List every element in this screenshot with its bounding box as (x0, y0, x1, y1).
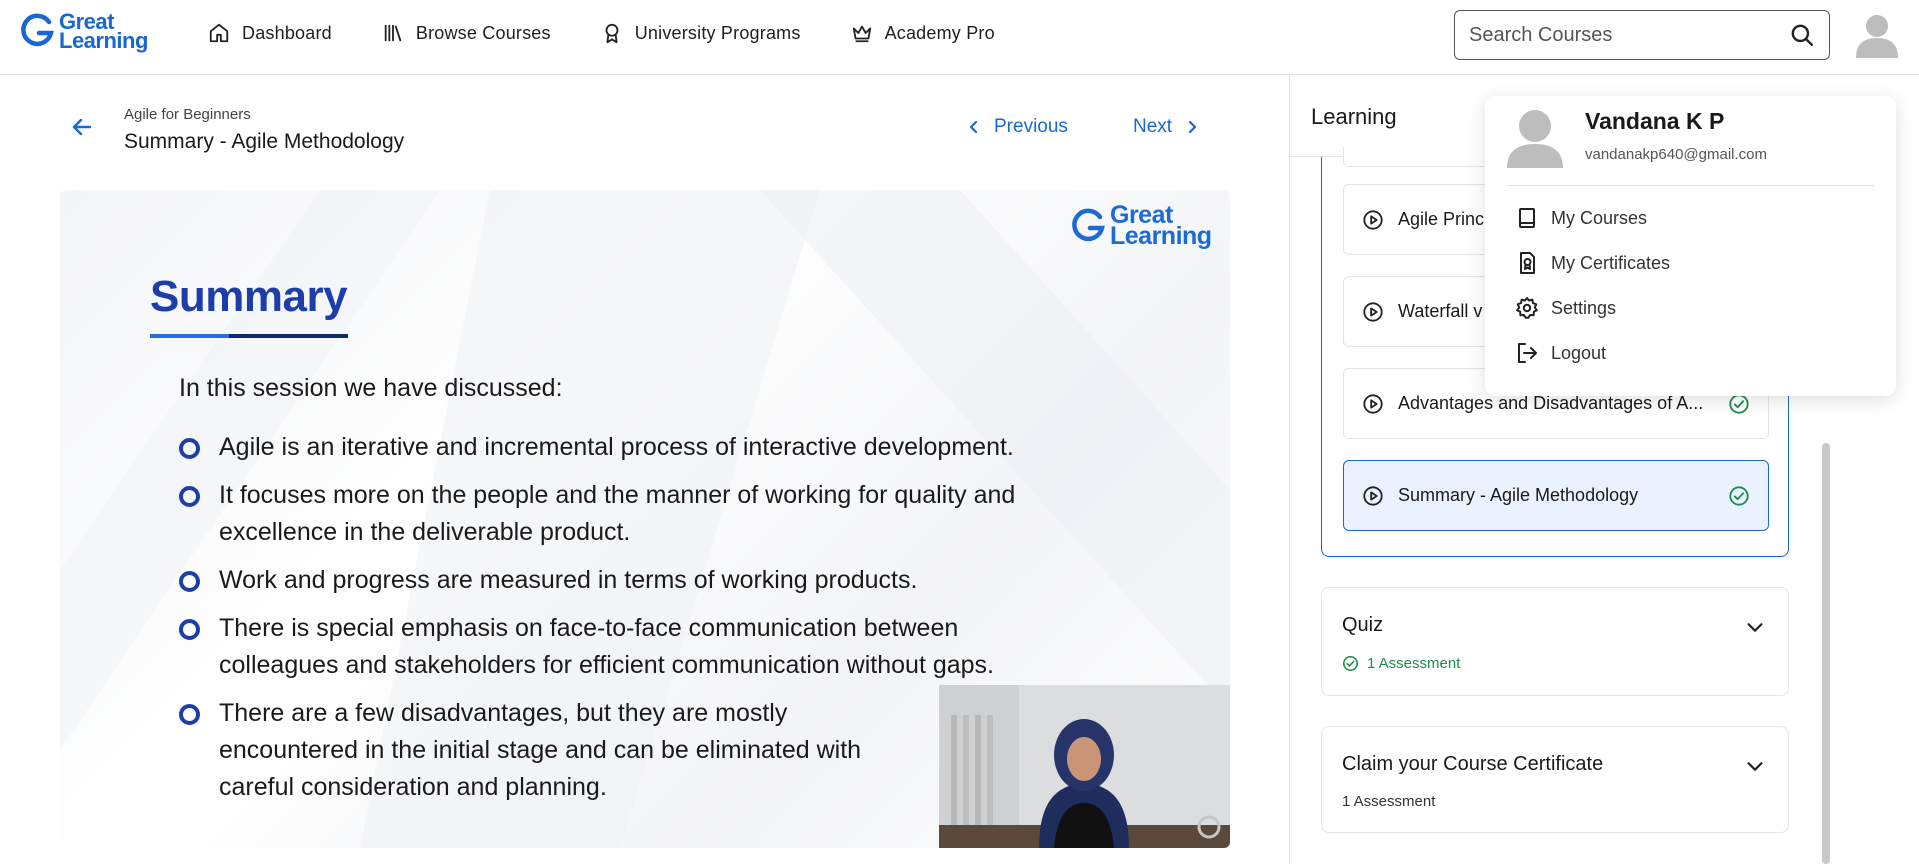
bullet-ring-icon (179, 438, 200, 459)
sidebar-scrollbar[interactable] (1822, 443, 1830, 864)
play-circle-icon (1363, 301, 1383, 322)
slide-bullet: It focuses more on the people and the ma… (179, 477, 1079, 551)
menu-item-label: Settings (1551, 297, 1617, 318)
profile-email: vandanakp640@gmail.com (1585, 146, 1767, 163)
lesson-label: Summary - Agile Methodology (1398, 485, 1639, 505)
nav-dashboard[interactable]: Dashboard (208, 22, 332, 44)
nav-university-programs[interactable]: University Programs (601, 22, 801, 44)
nav-browse-courses[interactable]: Browse Courses (382, 22, 551, 44)
play-circle-icon (1363, 393, 1383, 414)
logout-icon (1518, 343, 1537, 363)
section-subtitle-text: 1 Assessment (1342, 793, 1436, 810)
section-subtitle: 1 Assessment (1342, 793, 1435, 810)
slide-bullet-text: There are a few disadvantages, but they … (219, 699, 862, 801)
play-circle-icon (1363, 209, 1383, 230)
nav-academy-pro-label: Academy Pro (884, 22, 995, 43)
gear-icon (1516, 297, 1538, 319)
slide-logo-line-2: Learning (1110, 222, 1212, 250)
menu-item-label: My Certificates (1551, 252, 1671, 273)
bullet-ring-icon (179, 571, 200, 592)
section-title: Quiz (1342, 614, 1384, 636)
profile-dropdown: Vandana K P vandanakp640@gmail.com My Co… (1485, 96, 1896, 396)
book-icon (1519, 208, 1535, 228)
slide-bullet: Work and progress are measured in terms … (179, 562, 1079, 599)
profile-name: Vandana K P (1585, 108, 1725, 134)
next-button[interactable]: Next (1133, 116, 1198, 138)
nav-university-programs-label: University Programs (634, 22, 801, 43)
chevron-down-icon[interactable] (1744, 616, 1766, 638)
chevron-right-icon (1188, 120, 1197, 134)
menu-my-courses[interactable]: My Courses (1515, 206, 1647, 230)
section-subtitle-text: 1 Assessment (1367, 655, 1461, 672)
lesson-title: Summary - Agile Methodology (124, 130, 405, 153)
menu-item-label: My Courses (1551, 207, 1648, 228)
search-input[interactable] (1469, 23, 1789, 47)
breadcrumb[interactable]: Agile for Beginners (124, 106, 251, 123)
sidebar-title: Learning (1311, 104, 1397, 129)
g-logo-icon (21, 13, 54, 47)
profile-divider (1507, 185, 1875, 186)
video-player[interactable]: Great Learning Summary In this session w… (60, 190, 1230, 848)
slide-logo-text: Great Learning (1110, 203, 1212, 250)
great-learning-logo[interactable]: Great Learning (19, 11, 148, 53)
lesson-label: Advantages and Disadvantages of A... (1398, 393, 1704, 413)
slide-bullet-text: Work and progress are measured in terms … (219, 566, 918, 594)
library-icon (384, 24, 402, 42)
bullet-ring-icon (179, 486, 200, 507)
slide-bullet-text: It focuses more on the people and the ma… (219, 481, 1016, 546)
top-header: Great Learning Dashboard Browse Courses … (0, 0, 1919, 75)
presenter-video-thumbnail (939, 685, 1230, 848)
menu-my-certificates[interactable]: My Certificates (1515, 251, 1670, 275)
check-circle-icon (1729, 394, 1749, 414)
section-quiz[interactable]: Quiz 1 Assessment (1321, 587, 1789, 696)
back-arrow-icon[interactable] (70, 115, 94, 139)
slide-bullet: Agile is an iterative and incremental pr… (179, 429, 1079, 466)
section-title: Claim your Course Certificate (1342, 753, 1604, 775)
slide-intro: In this session we have discussed: (179, 374, 563, 402)
check-circle-icon (1729, 486, 1749, 506)
slide-bullet-text: Agile is an iterative and incremental pr… (219, 433, 1014, 461)
logo-line-2: Learning (59, 28, 148, 53)
slide-heading: Summary (150, 272, 348, 321)
home-icon (209, 23, 229, 43)
play-circle-icon (1363, 485, 1383, 506)
previous-button[interactable]: Previous (968, 116, 1068, 138)
section-claim-certificate[interactable]: Claim your Course Certificate 1 Assessme… (1321, 726, 1789, 833)
slide-logo: Great Learning (1070, 203, 1212, 250)
nav-browse-courses-label: Browse Courses (415, 22, 551, 43)
chevron-left-icon (969, 120, 978, 134)
slide-bullet: There are a few disadvantages, but they … (179, 695, 929, 806)
award-icon (605, 23, 619, 44)
crown-icon (852, 25, 871, 43)
main-nav: Dashboard Browse Courses University Prog… (208, 22, 1045, 44)
chevron-down-icon[interactable] (1744, 755, 1766, 777)
check-circle-icon (1342, 655, 1359, 672)
lesson-item-active[interactable]: Summary - Agile Methodology (1343, 460, 1769, 531)
nav-dashboard-label: Dashboard (242, 22, 332, 43)
presenter-image (939, 685, 1230, 848)
slide-bullet: There is special emphasis on face-to-fac… (179, 610, 1079, 684)
search-icon[interactable] (1789, 22, 1815, 48)
logo-text: Great Learning (59, 11, 148, 53)
menu-settings[interactable]: Settings (1515, 296, 1616, 320)
menu-item-label: Logout (1551, 342, 1607, 363)
bullet-ring-icon (179, 704, 200, 725)
g-logo-icon (1072, 208, 1105, 242)
next-label: Next (1133, 116, 1173, 137)
slide-bullet-text: There is special emphasis on face-to-fac… (219, 614, 994, 679)
nav-academy-pro[interactable]: Academy Pro (851, 22, 995, 44)
menu-logout[interactable]: Logout (1515, 341, 1606, 365)
certificate-icon (1520, 252, 1535, 274)
slide-heading-underline (150, 334, 348, 338)
previous-label: Previous (994, 116, 1068, 137)
section-subtitle: 1 Assessment (1342, 655, 1460, 672)
profile-avatar (1507, 110, 1563, 168)
bullet-ring-icon (179, 619, 200, 640)
search-box (1454, 10, 1830, 60)
user-avatar[interactable] (1854, 12, 1900, 58)
